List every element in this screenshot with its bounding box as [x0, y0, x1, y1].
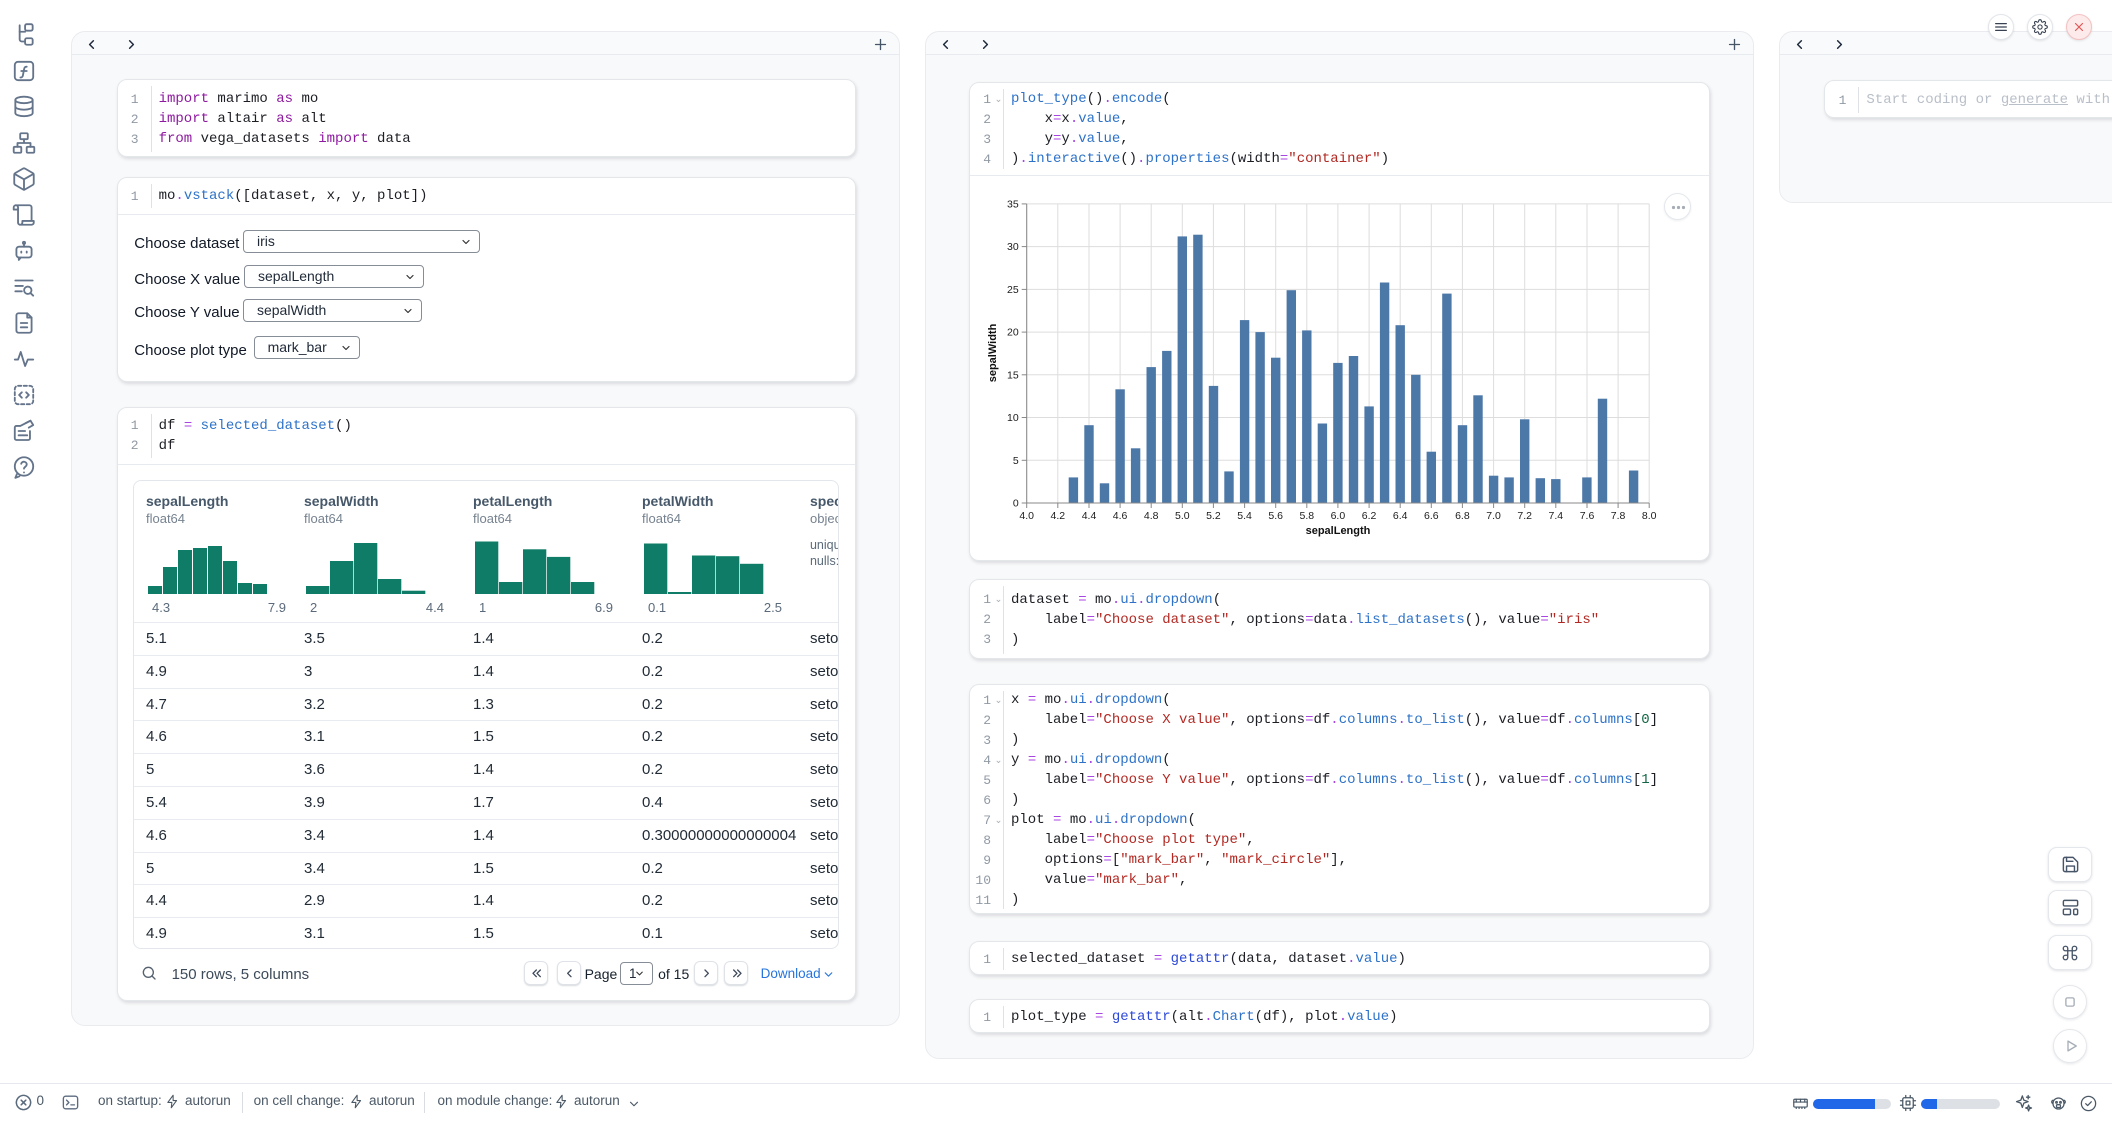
svg-text:6.8: 6.8	[1455, 510, 1470, 522]
svg-text:30: 30	[1007, 241, 1019, 253]
svg-text:4.0: 4.0	[1019, 510, 1034, 522]
svg-text:4.2: 4.2	[1050, 510, 1065, 522]
svg-text:8.0: 8.0	[1642, 510, 1657, 522]
svg-text:6.0: 6.0	[1331, 510, 1346, 522]
svg-text:4.6: 4.6	[1113, 510, 1128, 522]
svg-text:25: 25	[1007, 284, 1019, 296]
svg-text:7.4: 7.4	[1548, 510, 1563, 522]
svg-text:6.2: 6.2	[1362, 510, 1377, 522]
svg-text:5.6: 5.6	[1268, 510, 1283, 522]
svg-text:7.8: 7.8	[1611, 510, 1626, 522]
svg-text:5: 5	[1013, 455, 1019, 467]
svg-text:6.4: 6.4	[1393, 510, 1408, 522]
svg-text:sepalWidth: sepalWidth	[987, 324, 999, 383]
svg-text:35: 35	[1007, 199, 1019, 211]
svg-text:4.8: 4.8	[1144, 510, 1159, 522]
svg-text:4.4: 4.4	[1082, 510, 1097, 522]
svg-text:5.0: 5.0	[1175, 510, 1190, 522]
svg-text:7.6: 7.6	[1580, 510, 1595, 522]
svg-text:20: 20	[1007, 327, 1019, 339]
svg-text:5.4: 5.4	[1237, 510, 1252, 522]
svg-text:6.6: 6.6	[1424, 510, 1439, 522]
svg-text:7.2: 7.2	[1517, 510, 1532, 522]
svg-text:7.0: 7.0	[1486, 510, 1501, 522]
svg-text:0: 0	[1013, 498, 1019, 510]
svg-text:15: 15	[1007, 370, 1019, 382]
svg-text:5.8: 5.8	[1299, 510, 1314, 522]
svg-text:sepalLength: sepalLength	[1306, 525, 1371, 537]
svg-text:10: 10	[1007, 412, 1019, 424]
svg-text:5.2: 5.2	[1206, 510, 1221, 522]
